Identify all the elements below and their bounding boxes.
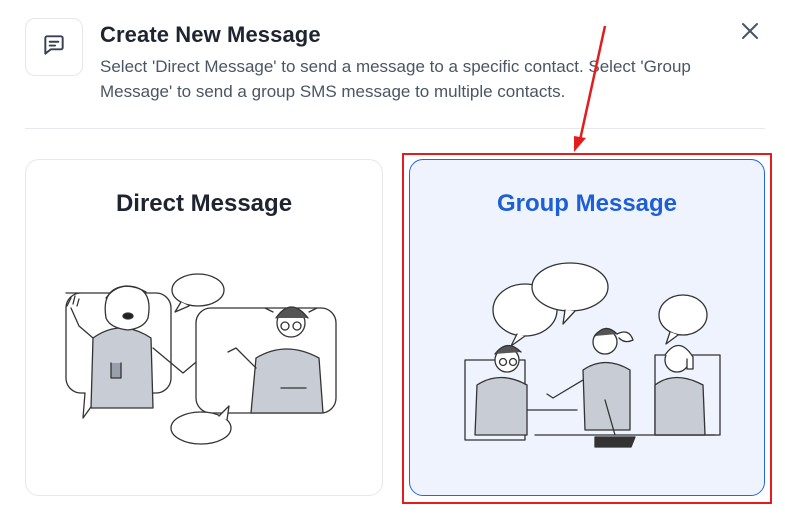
direct-message-label: Direct Message: [115, 190, 293, 217]
message-square-icon: [41, 32, 67, 63]
group-chat-illustration: [464, 262, 721, 448]
group-message-option[interactable]: Group Message: [409, 159, 765, 496]
dialog-subtitle: Select 'Direct Message' to send a messag…: [100, 57, 691, 101]
two-people-chatting-illustration: [65, 273, 337, 445]
dialog-title: Create New Message: [100, 22, 321, 47]
direct-message-option[interactable]: Direct Message: [25, 159, 383, 496]
close-icon: [739, 20, 761, 47]
header-icon-box: [25, 18, 83, 76]
header-divider: [25, 128, 765, 129]
close-button[interactable]: [735, 18, 765, 48]
group-message-label: Group Message: [496, 190, 678, 217]
